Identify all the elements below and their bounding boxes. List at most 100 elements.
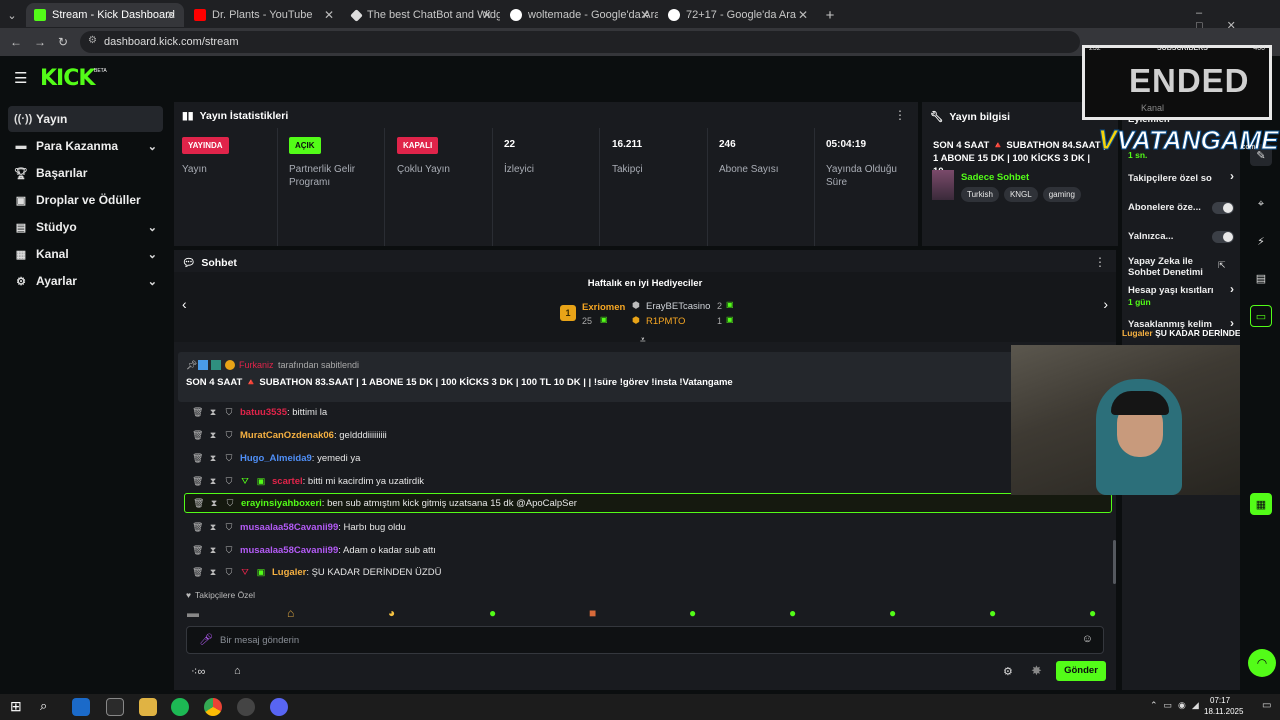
steam-icon[interactable] bbox=[72, 698, 90, 716]
sidebar-item-para-kazanma[interactable]: ▬ Para Kazanma ⌄ bbox=[8, 133, 163, 159]
ban-icon[interactable]: ⛉ bbox=[224, 407, 234, 418]
tab-kick-dashboard[interactable]: Stream - Kick Dashboard ✕ bbox=[26, 3, 184, 27]
chat-username[interactable]: musaalaa58Cavanii99 bbox=[240, 522, 338, 533]
tab-google-search-1[interactable]: woltemade - Google'da Ara ✕ bbox=[502, 3, 658, 27]
windows-start-icon[interactable]: ⊞ bbox=[10, 698, 22, 715]
emote[interactable]: ◕ bbox=[388, 606, 395, 620]
sidebar-item-yayin[interactable]: ((·)) Yayın bbox=[8, 106, 163, 132]
target-icon[interactable]: ⌖ bbox=[1250, 193, 1272, 215]
chat-username[interactable]: erayinsiyahboxeri bbox=[241, 498, 322, 509]
lightning-icon[interactable]: ⚡︎ bbox=[1250, 230, 1272, 252]
trash-icon[interactable]: 🗑︎ bbox=[192, 545, 203, 556]
top-gifter-name[interactable]: Exriomen bbox=[582, 302, 625, 313]
chat-username[interactable]: Hugo_Almeida9 bbox=[240, 453, 312, 464]
chevron-right-icon[interactable]: › bbox=[1103, 296, 1108, 312]
ban-icon[interactable]: ⛉ bbox=[224, 545, 234, 556]
reload-icon[interactable]: ↻ bbox=[58, 35, 68, 49]
ban-icon[interactable]: ⛉ bbox=[224, 453, 234, 464]
emote[interactable]: ▬ bbox=[187, 606, 199, 620]
notification-icon[interactable]: ▭ bbox=[1262, 700, 1271, 711]
timeout-icon[interactable]: ⧗ bbox=[208, 545, 218, 556]
address-bar[interactable]: ⚙ dashboard.kick.com/stream bbox=[80, 31, 1080, 53]
trash-icon[interactable]: 🗑︎ bbox=[192, 567, 203, 578]
spotify-icon[interactable] bbox=[171, 698, 189, 716]
timeout-icon[interactable]: ⧗ bbox=[208, 453, 218, 464]
chat-username[interactable]: Lugaler bbox=[272, 567, 306, 578]
close-tab-icon[interactable]: ✕ bbox=[166, 8, 176, 22]
timeout-icon[interactable]: ⧗ bbox=[208, 522, 218, 533]
store-icon[interactable]: ⌂ bbox=[234, 665, 241, 677]
pinned-by-user[interactable]: Furkaniz bbox=[239, 360, 274, 370]
gifter-name[interactable]: R1PMTO bbox=[646, 316, 685, 327]
clapperboard-icon[interactable]: ▦ bbox=[1250, 493, 1272, 515]
close-tab-icon[interactable]: ✕ bbox=[324, 8, 334, 22]
tag-chip[interactable]: KNGL bbox=[1003, 187, 1038, 202]
store-app-icon[interactable] bbox=[106, 698, 124, 716]
close-tab-icon[interactable]: ✕ bbox=[482, 8, 492, 22]
ban-icon[interactable]: ⛉ bbox=[224, 476, 234, 487]
microphone-icon[interactable]: 🎤︎ bbox=[199, 633, 213, 646]
timeout-icon[interactable]: ⧗ bbox=[208, 476, 218, 487]
obs-icon[interactable] bbox=[237, 698, 255, 716]
sidebar-item-droplar[interactable]: ▣ Droplar ve Ödüller bbox=[8, 187, 163, 213]
emote-only-setting[interactable]: Yalnızca... bbox=[1128, 231, 1234, 243]
category-link[interactable]: Sadece Sohbet bbox=[961, 172, 1029, 183]
emote[interactable]: ● bbox=[789, 606, 796, 620]
chevron-left-icon[interactable]: ‹ bbox=[182, 296, 187, 312]
sidebar-item-basarilar[interactable]: 🏆︎ Başarılar bbox=[8, 160, 163, 186]
back-arrow-icon[interactable]: ← bbox=[10, 35, 22, 49]
ban-icon[interactable]: ⛉ bbox=[224, 567, 234, 578]
ban-icon[interactable]: ⛉ bbox=[224, 430, 234, 441]
toggle-switch[interactable] bbox=[1212, 231, 1234, 243]
trash-icon[interactable]: 🗑︎ bbox=[192, 453, 203, 464]
category-thumbnail[interactable] bbox=[932, 170, 954, 200]
toggle-switch[interactable] bbox=[1212, 202, 1234, 214]
trash-icon[interactable]: 🗑︎ bbox=[192, 522, 203, 533]
trash-icon[interactable]: 🗑︎ bbox=[192, 430, 203, 441]
emote[interactable]: ● bbox=[689, 606, 696, 620]
sidebar-item-ayarlar[interactable]: ⚙ Ayarlar ⌄ bbox=[8, 268, 163, 294]
emote[interactable]: ● bbox=[489, 606, 496, 620]
close-tab-icon[interactable]: ✕ bbox=[640, 8, 650, 22]
close-tab-icon[interactable]: ✕ bbox=[798, 8, 808, 22]
more-options-icon[interactable]: ⋮ bbox=[1094, 255, 1106, 269]
tag-chip[interactable]: Turkish bbox=[961, 187, 999, 202]
help-headset-icon[interactable]: ◠ bbox=[1248, 649, 1276, 677]
send-button[interactable]: Gönder bbox=[1056, 661, 1106, 681]
settings-gear-icon[interactable]: ⚙ bbox=[1003, 665, 1013, 678]
timeout-icon[interactable]: ⧗ bbox=[209, 498, 219, 509]
followers-only-setting[interactable]: Takipçilere özel so › bbox=[1128, 170, 1234, 184]
kick-logo[interactable]: KICK bbox=[40, 66, 95, 91]
account-age-setting[interactable]: Hesap yaşı kısıtları › bbox=[1128, 283, 1234, 296]
site-info-icon[interactable]: ⚙ bbox=[88, 35, 97, 46]
emote[interactable]: ● bbox=[989, 606, 996, 620]
scroll-down-icon[interactable]: ⩡ bbox=[640, 335, 646, 346]
sidebar-item-kanal[interactable]: ▦ Kanal ⌄ bbox=[8, 241, 163, 267]
tab-google-search-2[interactable]: 72+17 - Google'da Ara ✕ bbox=[660, 3, 816, 27]
timeout-icon[interactable]: ⧗ bbox=[208, 567, 218, 578]
folder-icon[interactable] bbox=[139, 698, 157, 716]
new-tab-button[interactable]: + bbox=[820, 3, 840, 27]
subscribers-only-setting[interactable]: Abonelere öze... bbox=[1128, 202, 1234, 214]
discord-icon[interactable] bbox=[270, 698, 288, 716]
emote[interactable]: ● bbox=[1089, 606, 1096, 620]
chat-username[interactable]: musaalaa58Cavanii99 bbox=[240, 545, 338, 556]
more-options-icon[interactable]: ⋮ bbox=[894, 108, 906, 122]
points-icon[interactable]: ⁖∞ bbox=[191, 665, 205, 678]
forward-arrow-icon[interactable]: → bbox=[34, 35, 46, 49]
emoji-icon[interactable]: ☺ bbox=[1082, 633, 1093, 645]
ai-moderation-setting[interactable]: Yapay Zeka ile Sohbet Denetimi bbox=[1128, 256, 1208, 278]
trash-icon[interactable]: 🗑︎ bbox=[192, 476, 203, 487]
document-icon[interactable]: ▤ bbox=[1250, 267, 1272, 289]
chrome-icon[interactable] bbox=[204, 698, 222, 716]
tray-icons[interactable]: ⌃▭◉◢ bbox=[1150, 700, 1205, 711]
kick-points-icon[interactable]: ✸ bbox=[1031, 663, 1042, 679]
tag-chip[interactable]: gaming bbox=[1042, 187, 1081, 202]
gifter-name[interactable]: ErayBETcasino bbox=[646, 301, 710, 312]
chat-username[interactable]: MuratCanOzdenak06 bbox=[240, 430, 334, 441]
chat-username[interactable]: scartel bbox=[272, 476, 303, 487]
emote[interactable]: ⌂ bbox=[287, 606, 294, 620]
chat-scrollbar[interactable] bbox=[1113, 540, 1116, 584]
emote[interactable]: ● bbox=[889, 606, 896, 620]
ban-icon[interactable]: ⛉ bbox=[225, 498, 235, 509]
